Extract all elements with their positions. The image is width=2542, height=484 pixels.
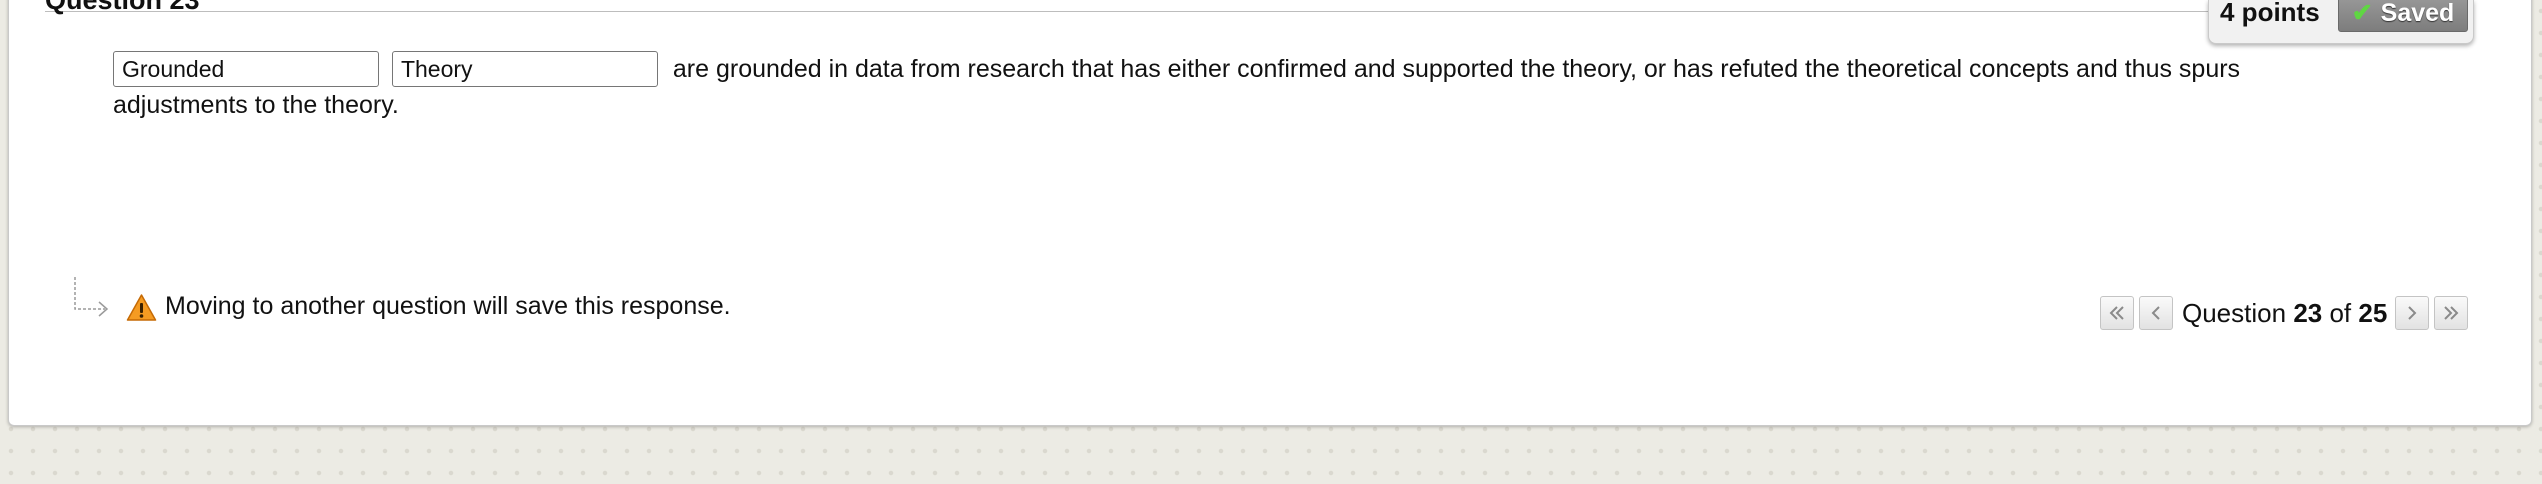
blank-input-2[interactable] (391, 51, 658, 87)
saved-label: Saved (2380, 0, 2455, 27)
points-label: 4 points (2220, 0, 2320, 27)
double-chevron-right-icon (2444, 306, 2459, 320)
points-box: 4 points ✔ Saved (2208, 0, 2474, 44)
next-question-button[interactable] (2395, 296, 2430, 330)
counter-prefix: Question (2182, 298, 2287, 328)
counter-of: of (2329, 298, 2352, 328)
question-header: Question 23 (45, 0, 2245, 15)
current-question-number: 23 (2293, 298, 2323, 328)
save-notice: Moving to another question will save thi… (165, 292, 731, 320)
reply-arrow-icon (74, 277, 109, 317)
check-icon: ✔ (2351, 0, 2373, 27)
total-questions-number: 25 (2358, 298, 2388, 328)
blank-input-1[interactable] (113, 51, 379, 87)
saved-button[interactable]: ✔ Saved (2338, 0, 2468, 32)
question-title: Question 23 (45, 0, 200, 15)
question-text: are grounded in data from research that … (113, 51, 2303, 123)
chevron-right-icon (2408, 306, 2417, 320)
question-counter: Question 23 of 25 (2182, 296, 2387, 330)
double-chevron-left-icon (2109, 306, 2124, 320)
question-navigation: Question 23 of 25 (2100, 295, 2473, 331)
warning-icon (126, 294, 157, 321)
chevron-left-icon (2151, 306, 2160, 320)
previous-question-button[interactable] (2139, 296, 2173, 330)
last-question-button[interactable] (2434, 296, 2469, 330)
question-panel: Question 23 are grounded in data from re… (8, 0, 2532, 426)
first-question-button[interactable] (2100, 296, 2134, 330)
